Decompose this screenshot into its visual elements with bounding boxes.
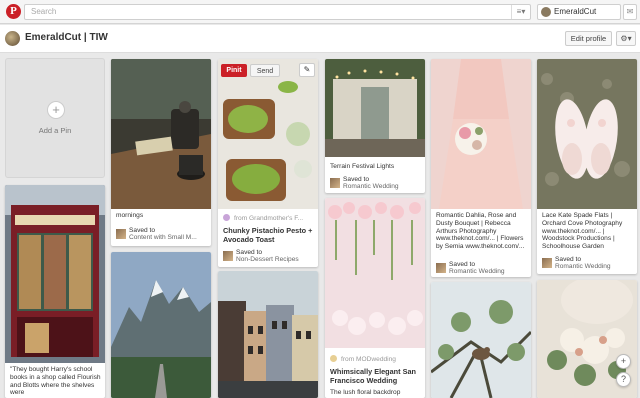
board-name: Romantic Wedding (449, 268, 505, 275)
pin-description: Whimsically Elegant San Francisco Weddin… (330, 367, 416, 385)
user-name: EmeraldCut (554, 7, 597, 16)
pin-image (537, 59, 637, 209)
board-thumbnail (223, 251, 233, 261)
source-avatar (330, 355, 337, 362)
pin-source[interactable]: from Grandmother's F... (223, 214, 303, 222)
search-input[interactable]: Search (24, 4, 531, 20)
pin-card-mornings[interactable]: mornings Saved to Content with Small M..… (111, 59, 211, 246)
pin-card-floral[interactable]: from MODwedding Whimsically Elegant San … (325, 198, 425, 398)
floating-add-icon[interactable]: + (616, 354, 631, 369)
saved-to-label: Saved to (555, 256, 582, 263)
pin-card-books[interactable]: "They bought Harry's school books in a s… (5, 185, 105, 398)
pin-image (431, 282, 531, 398)
edit-pencil-icon[interactable]: ✎ (299, 63, 315, 77)
board-name: Content with Small M... (129, 234, 197, 241)
pin-card-mountains[interactable] (111, 252, 211, 398)
board-thumbnail (436, 263, 446, 273)
board-avatar (5, 31, 20, 46)
pin-subtext: The lush floral backdrop (330, 389, 401, 396)
saved-to-label: Saved to (236, 249, 263, 256)
board-name: Romantic Wedding (555, 263, 611, 270)
board-name: Romantic Wedding (343, 183, 399, 190)
pin-card-houses[interactable] (218, 271, 318, 398)
pin-description: Romantic Dahlia, Rose and Dusty Bouquet … (436, 212, 525, 251)
pin-card-dahlia[interactable]: Romantic Dahlia, Rose and Dusty Bouquet … (431, 59, 531, 277)
add-pin-label: Add a Pin (38, 126, 72, 135)
pin-image (325, 59, 425, 157)
add-pin-button[interactable]: + Add a Pin (5, 58, 105, 178)
pin-image (5, 185, 105, 363)
pin-description: "They bought Harry's school books in a s… (10, 366, 101, 397)
pin-image (218, 59, 318, 209)
top-bar: P Search ≡▾ EmeraldCut ✉ (0, 0, 640, 24)
pin-image (431, 59, 531, 209)
pin-card-shoes[interactable]: Lace Kate Spade Flats | Orchard Cove Pho… (537, 59, 637, 274)
pin-description: mornings (116, 212, 144, 219)
messages-icon[interactable]: ✉ (623, 4, 637, 20)
saved-to-label: Saved to (343, 176, 370, 183)
pinterest-logo-icon[interactable]: P (6, 4, 21, 19)
pin-description: Lace Kate Spade Flats | Orchard Cove Pho… (542, 212, 623, 251)
pin-description: Terrain Festival Lights (330, 163, 395, 170)
pin-source[interactable]: from MODwedding (330, 355, 396, 363)
pin-image (111, 59, 211, 209)
board-thumbnail (542, 258, 552, 268)
board-thumbnail (330, 178, 340, 188)
board-header: EmeraldCut | TIW Edit profile ⚙▾ (0, 25, 640, 53)
source-avatar (223, 214, 230, 221)
pin-image (325, 198, 425, 348)
floating-help-icon[interactable]: ? (616, 372, 631, 387)
board-title: EmeraldCut | TIW (25, 32, 108, 43)
plus-icon: + (47, 101, 65, 119)
board-thumbnail (116, 229, 126, 239)
saved-to-label: Saved to (129, 227, 156, 234)
user-profile-button[interactable]: EmeraldCut (537, 4, 621, 20)
pin-it-button[interactable]: Pinit (221, 64, 247, 77)
edit-profile-button[interactable]: Edit profile (565, 31, 612, 46)
send-button[interactable]: Send (250, 64, 280, 77)
pin-description: Chunky Pistachio Pesto + Avocado Toast (223, 226, 313, 244)
board-name: Non-Dessert Recipes (236, 256, 299, 263)
saved-to-label: Saved to (449, 261, 476, 268)
avatar (541, 7, 551, 17)
pin-image (218, 271, 318, 398)
settings-gear-icon[interactable]: ⚙▾ (616, 31, 636, 46)
pin-card-terrain[interactable]: Terrain Festival Lights Saved to Romanti… (325, 59, 425, 193)
pin-card-bird[interactable] (431, 282, 531, 398)
pin-card-avocado[interactable]: from Grandmother's F... Chunky Pistachio… (218, 59, 318, 267)
search-menu-icon[interactable]: ≡▾ (511, 5, 530, 19)
pin-image (111, 252, 211, 398)
